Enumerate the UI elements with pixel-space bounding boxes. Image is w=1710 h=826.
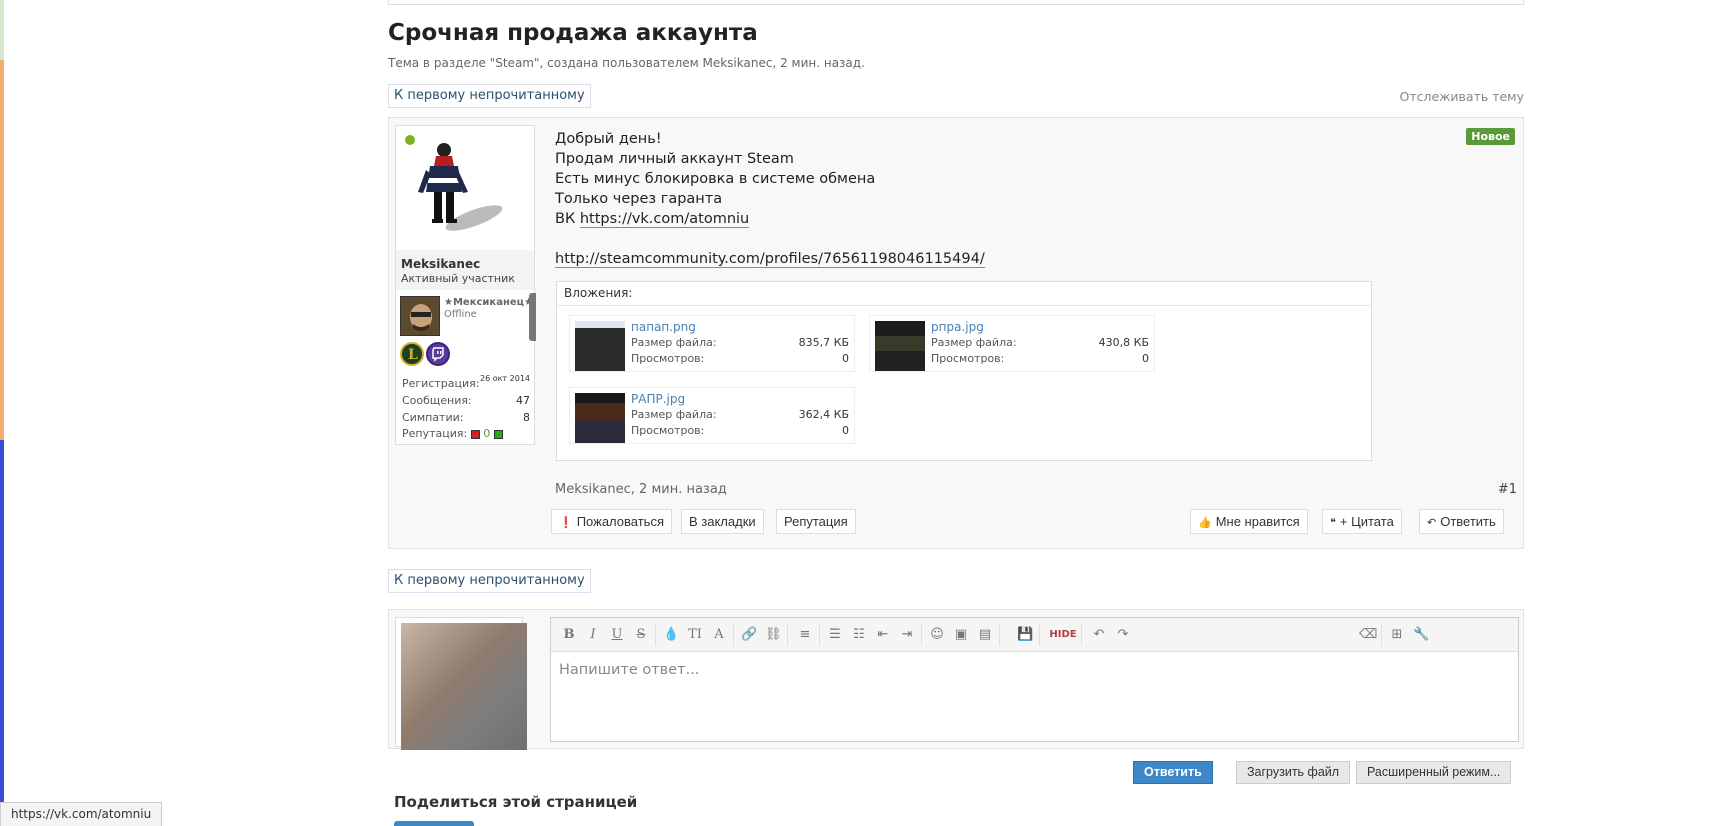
alert-icon: ❗ [559, 517, 573, 529]
quote-button[interactable]: ❝ + Цитата [1322, 509, 1402, 534]
thread-description: Тема в разделе "Steam", создана пользова… [388, 56, 865, 70]
font-size-icon[interactable]: TI [687, 627, 703, 642]
first-unread-button-bottom[interactable]: К первому непрочитанному [388, 569, 591, 593]
page-title: Срочная продажа аккаунта [388, 20, 758, 46]
attachment-thumbnail[interactable] [575, 393, 625, 443]
bookmark-button[interactable]: В закладки [681, 509, 764, 534]
left-edge-blue [0, 440, 4, 826]
attachment-thumbnail[interactable] [575, 321, 625, 371]
thumbs-up-icon: 👍 [1198, 517, 1212, 529]
attachment-name[interactable]: рпра.jpg [931, 320, 984, 334]
submit-reply-button[interactable]: Ответить [1133, 761, 1213, 784]
post-line: Есть минус блокировка в системе обмена [555, 171, 876, 187]
attachment-item[interactable]: РАПР.jpg Размер файла: 362,4 КБ Просмотр… [569, 387, 855, 444]
rep-plus-icon[interactable] [493, 429, 503, 439]
user-info: Meksikanec Активный участник ★Мексиканец… [395, 125, 536, 445]
eraser-icon[interactable]: ⌫ [1359, 627, 1377, 642]
reply-input[interactable]: Напишите ответ... [559, 662, 699, 678]
twitch-badge-icon [426, 342, 450, 366]
new-badge: Новое [1466, 128, 1515, 145]
attachment-item[interactable]: рпра.jpg Размер файла: 430,8 КБ Просмотр… [869, 315, 1155, 372]
attachment-item[interactable]: папап.png Размер файла: 835,7 КБ Просмот… [569, 315, 855, 372]
bold-icon[interactable]: B [561, 627, 577, 642]
save-draft-icon[interactable]: 💾 [1017, 627, 1033, 642]
vk-link[interactable]: https://vk.com/atomniu [579, 211, 750, 228]
report-button[interactable]: ❗ Пожаловаться [551, 509, 672, 534]
post-line: Продам личный аккаунт Steam [555, 151, 794, 167]
online-indicator-icon [405, 135, 415, 145]
upload-file-button[interactable]: Загрузить файл [1236, 761, 1351, 784]
league-badge-icon: L [400, 342, 424, 366]
svg-text:L: L [408, 347, 418, 363]
post-body: Добрый день! Продам личный аккаунт Steam… [555, 129, 985, 269]
steam-card-tab[interactable] [529, 293, 536, 341]
outdent-icon[interactable]: ⇤ [875, 627, 891, 642]
underline-icon[interactable]: U [609, 627, 625, 642]
attachment-name[interactable]: РАПР.jpg [631, 392, 685, 406]
steam-profile-link[interactable]: http://steamcommunity.com/profiles/76561… [555, 251, 985, 268]
media-icon[interactable]: ▤ [977, 627, 993, 642]
stat-registration: Регистрация: 26 окт 2014 [402, 374, 530, 390]
top-tab-strip [388, 0, 1524, 5]
post-line: Только через гаранта [555, 191, 723, 207]
advanced-mode-button[interactable]: Расширенный режим... [1356, 761, 1512, 784]
browser-status-bar: https://vk.com/atomniu [0, 802, 163, 826]
italic-icon[interactable]: I [585, 627, 601, 642]
watch-thread-link[interactable]: Отслеживать тему [1399, 89, 1524, 104]
steam-status: Offline [444, 309, 477, 320]
steam-avatar-face-icon [401, 297, 439, 335]
steam-name: ★Мексиканец★ [444, 297, 534, 308]
share-title: Поделиться этой страницей [394, 793, 638, 811]
numbered-list-icon[interactable]: ☷ [851, 627, 867, 642]
reply-arrow-icon: ↶ [1427, 517, 1437, 529]
author-title: Активный участник [401, 272, 515, 285]
toggle-bbcode-icon[interactable]: ⊞ [1389, 627, 1405, 642]
strikethrough-icon[interactable]: S [633, 627, 649, 642]
rep-minus-icon[interactable] [470, 429, 480, 439]
my-avatar[interactable] [395, 617, 527, 750]
avatar-figure-icon [418, 143, 503, 231]
post-line-vk: ВК https://vk.com/atomniu [555, 211, 750, 228]
color-drop-icon[interactable]: 💧 [663, 627, 679, 642]
unlink-icon[interactable]: ⛓ [765, 627, 782, 642]
quote-icon: ❝ [1330, 517, 1336, 529]
attachments: Вложения: папап.png Размер файла: 835,7 … [556, 281, 1372, 461]
reply-button[interactable]: ↶ Ответить [1419, 509, 1504, 534]
font-family-icon[interactable]: A [711, 627, 727, 642]
hide-tag-icon[interactable]: HIDE [1049, 629, 1077, 640]
left-edge-strip [0, 0, 4, 826]
my-avatar-image [401, 623, 527, 750]
author-name[interactable]: Meksikanec [401, 257, 480, 271]
quick-reply: B I U S 💧 TI A 🔗 ⛓ ≡ ☰ ☷ ⇤ ⇥ ☺ ▣ ▤ 💾 HID [388, 609, 1524, 750]
reply-editor[interactable]: B I U S 💧 TI A 🔗 ⛓ ≡ ☰ ☷ ⇤ ⇥ ☺ ▣ ▤ 💾 HID [550, 617, 1519, 742]
post: Meksikanec Активный участник ★Мексиканец… [388, 117, 1524, 549]
editor-toolbar: B I U S 💧 TI A 🔗 ⛓ ≡ ☰ ☷ ⇤ ⇥ ☺ ▣ ▤ 💾 HID [551, 618, 1518, 652]
like-button[interactable]: 👍 Мне нравится [1190, 509, 1308, 534]
attachments-label: Вложения: [557, 282, 1371, 306]
redo-icon[interactable]: ↷ [1115, 627, 1131, 642]
attachment-name[interactable]: папап.png [631, 320, 696, 334]
stat-messages: Сообщения: 47 [402, 394, 530, 407]
image-icon[interactable]: ▣ [953, 627, 969, 642]
bullet-list-icon[interactable]: ☰ [827, 627, 843, 642]
wrench-icon[interactable]: 🔧 [1413, 627, 1429, 642]
stat-reputation: Репутация: 0 [402, 427, 530, 440]
smiley-icon[interactable]: ☺ [929, 627, 945, 642]
link-icon[interactable]: 🔗 [741, 627, 757, 642]
attachment-thumbnail[interactable] [875, 321, 925, 371]
stat-likes: Симпатии: 8 [402, 411, 530, 424]
first-unread-button[interactable]: К первому непрочитанному [388, 84, 591, 108]
share-button[interactable] [394, 821, 474, 826]
left-edge-orange [0, 60, 4, 440]
post-line: Добрый день! [555, 131, 662, 147]
indent-icon[interactable]: ⇥ [899, 627, 915, 642]
steam-avatar[interactable] [400, 296, 440, 336]
undo-icon[interactable]: ↶ [1091, 627, 1107, 642]
align-icon[interactable]: ≡ [797, 627, 813, 642]
reputation-button[interactable]: Репутация [776, 509, 856, 534]
post-number[interactable]: #1 [1498, 482, 1517, 497]
avatar[interactable] [396, 126, 534, 250]
post-meta[interactable]: Meksikanec, 2 мин. назад [555, 482, 727, 497]
